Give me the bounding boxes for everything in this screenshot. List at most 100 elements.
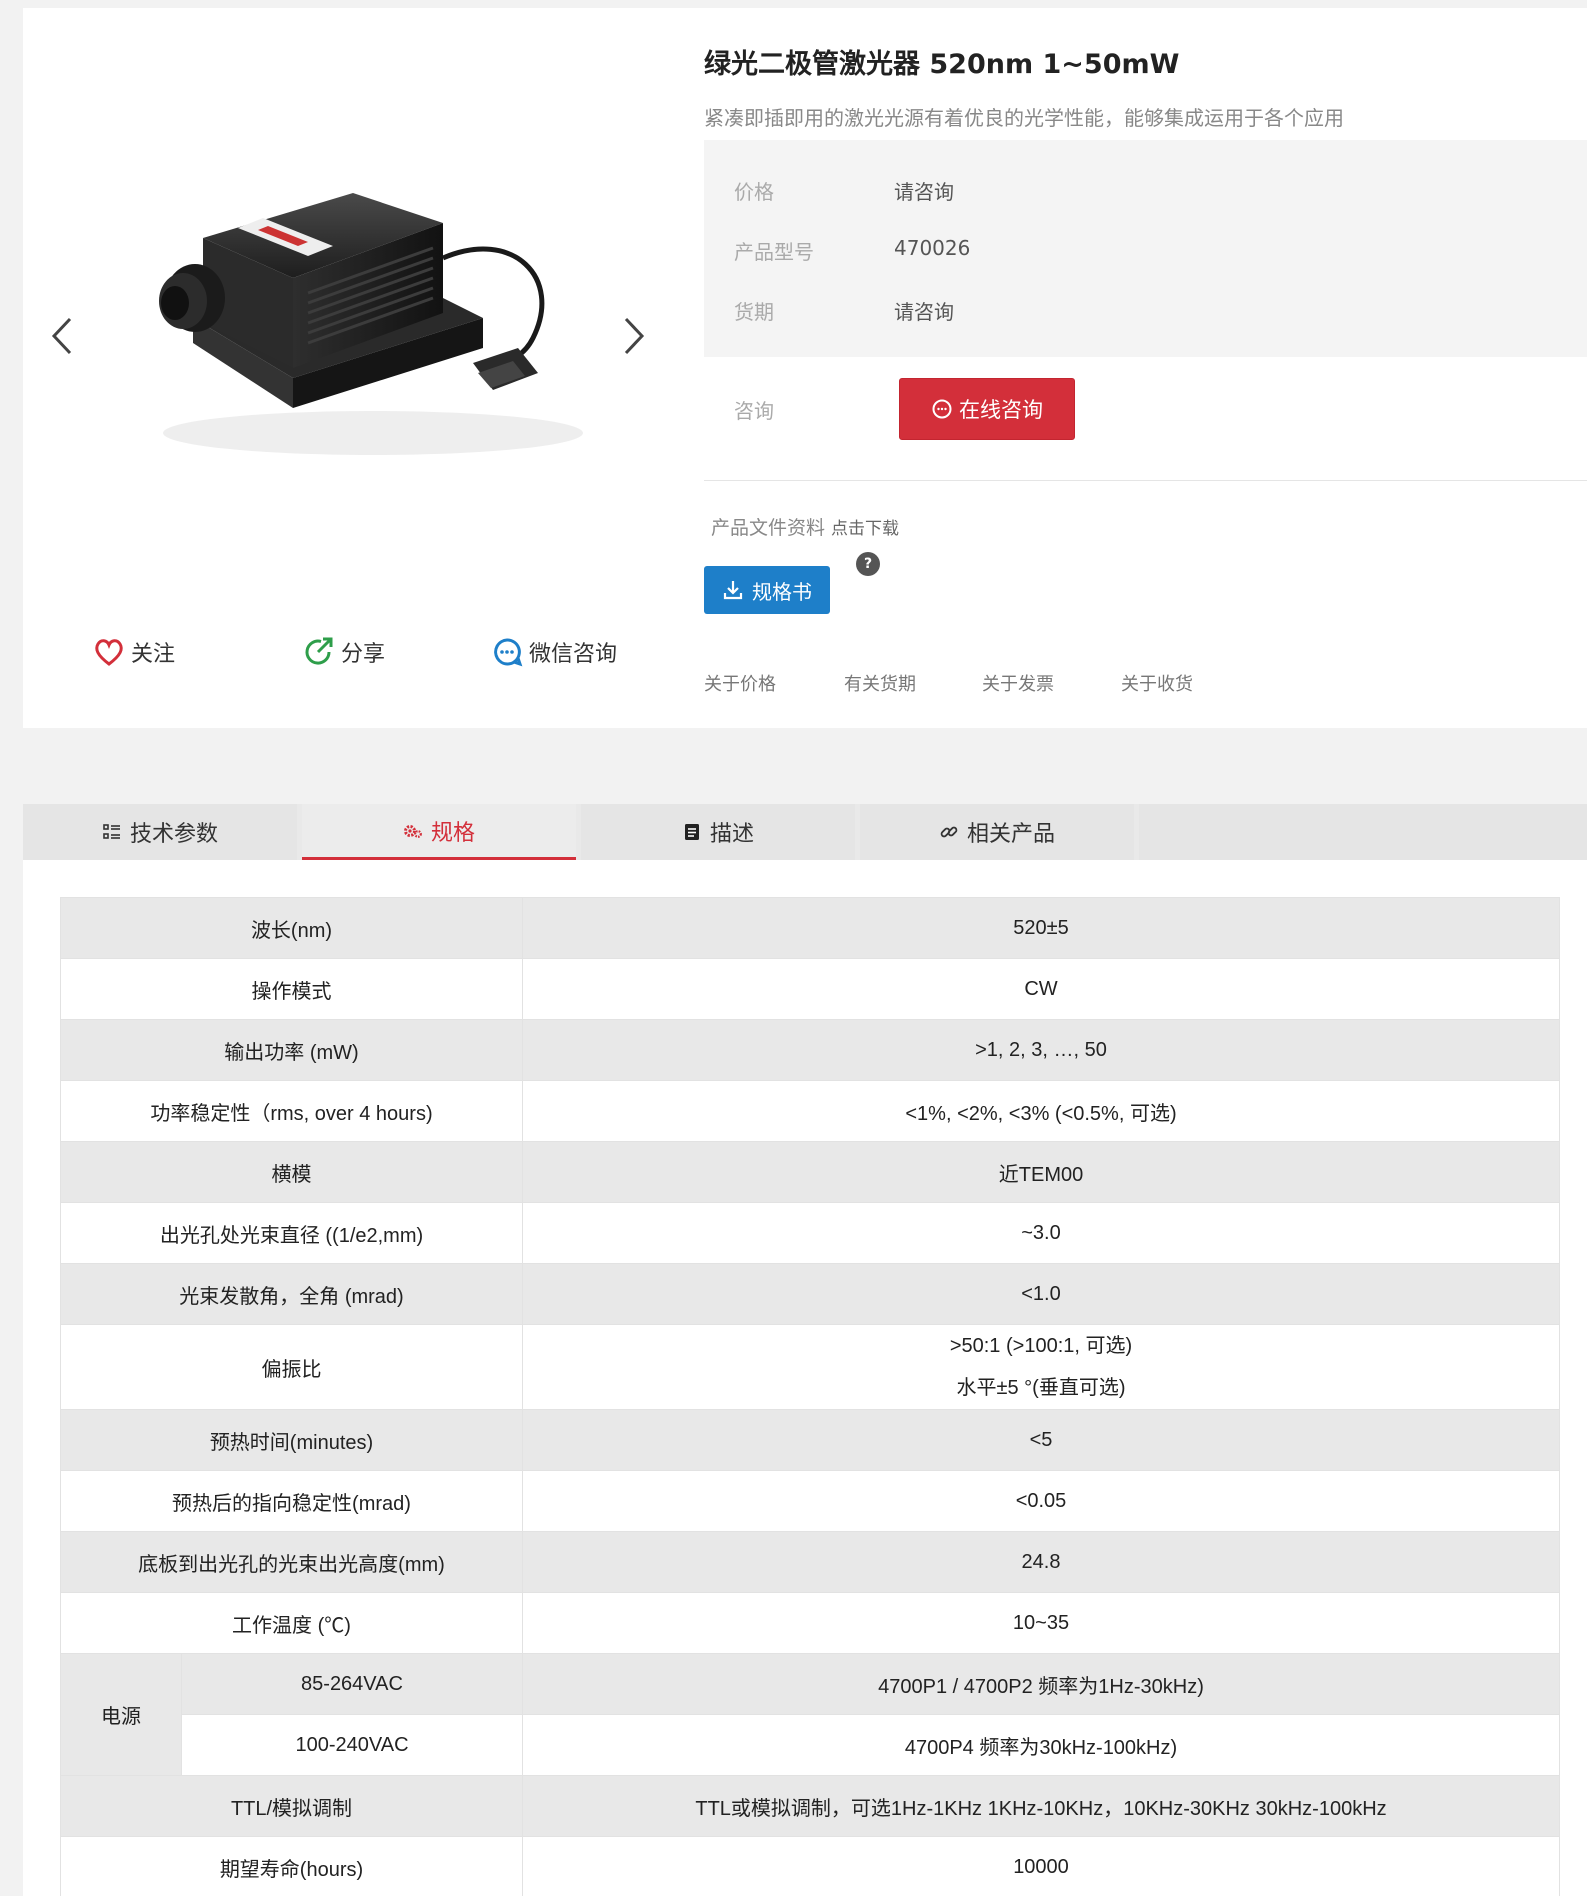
faq-price[interactable]: 关于价格 (704, 670, 776, 696)
table-row: 期望寿命(hours) 10000 (60, 1836, 1560, 1896)
spec-value: TTL或模拟调制，可选1Hz-1KHz 1KHz-10KHz，10KHz-30K… (522, 1775, 1560, 1837)
download-link[interactable]: 点击下载 (831, 519, 899, 539)
table-row: 预热后的指向稳定性(mrad) <0.05 (60, 1470, 1560, 1532)
product-files: 产品文件资料 点击下载 (711, 513, 899, 540)
price-value: 请咨询 (894, 180, 954, 204)
spec-value-line: 水平±5 °(垂直可选) (956, 1377, 1126, 1399)
document-icon (684, 824, 699, 840)
spec-label: 工作温度 (℃) (60, 1592, 523, 1654)
next-image-arrow[interactable] (618, 313, 648, 359)
spec-label: 预热时间(minutes) (60, 1409, 523, 1471)
chat-icon (932, 399, 952, 419)
table-row: 光束发散角，全角 (mrad) <1.0 (60, 1263, 1560, 1325)
tab-tech-params-label: 技术参数 (129, 822, 218, 847)
table-row: 预热时间(minutes) <5 (60, 1409, 1560, 1471)
spec-sheet-button[interactable]: 规格书 (704, 566, 830, 614)
model-value: 470026 (894, 236, 971, 260)
spec-value: 24.8 (522, 1531, 1560, 1593)
heart-icon (95, 639, 123, 666)
spec-value: ~3.0 (522, 1202, 1560, 1264)
power-group-label: 电源 (60, 1653, 182, 1776)
spec-label: 偏振比 (60, 1324, 523, 1410)
table-row: 100-240VAC 4700P4 频率为30kHz-100kHz) (61, 1714, 1560, 1776)
model-row: 产品型号 470026 (734, 236, 970, 265)
consult-label: 咨询 (734, 398, 774, 423)
table-row: 出光孔处光束直径 ((1/e2,mm) ~3.0 (60, 1202, 1560, 1264)
spec-label: 光束发散角，全角 (mrad) (60, 1263, 523, 1325)
wechat-consult-button[interactable]: 微信咨询 (491, 636, 617, 668)
spec-sheet-label: 规格书 (752, 579, 812, 604)
spec-value: <0.05 (522, 1470, 1560, 1532)
spec-value-line: >50:1 (>100:1, 可选) (949, 1335, 1133, 1357)
product-gallery: 关注 分享 微信咨询 (23, 8, 665, 728)
online-consult-button[interactable]: 在线咨询 (899, 378, 1075, 440)
tab-description[interactable]: 描述 (581, 804, 855, 860)
product-title: 绿光二极管激光器 520nm 1~50mW (704, 49, 1180, 80)
lead-time-value: 请咨询 (894, 300, 954, 324)
table-row: 底板到出光孔的光束出光高度(mm) 24.8 (60, 1531, 1560, 1593)
spec-value: 10000 (522, 1836, 1560, 1896)
tab-content: 波长(nm) 520±5 操作模式 CW 输出功率 (mW) >1, 2, 3,… (23, 860, 1587, 1896)
product-info: 绿光二极管激光器 520nm 1~50mW 紧凑即插即用的激光光源有着优良的光学… (704, 8, 1587, 728)
spec-value: <1.0 (522, 1263, 1560, 1325)
follow-label: 关注 (131, 642, 176, 667)
follow-button[interactable]: 关注 (93, 636, 175, 668)
tab-tech-params[interactable]: 技术参数 (23, 804, 297, 860)
faq-invoice[interactable]: 关于发票 (982, 670, 1054, 696)
spec-value: 520±5 (522, 897, 1560, 959)
product-subtitle: 紧凑即插即用的激光光源有着优良的光学性能，能够集成运用于各个应用 (704, 106, 1344, 130)
spec-value: CW (522, 958, 1560, 1020)
attribute-box: 价格 请咨询 产品型号 470026 货期 请咨询 (704, 140, 1587, 357)
wechat-consult-label: 微信咨询 (529, 642, 618, 667)
table-row: 功率稳定性（rms, over 4 hours) <1%, <2%, <3% (… (60, 1080, 1560, 1142)
faq-lead-time[interactable]: 有关货期 (844, 670, 916, 696)
spec-label: 预热后的指向稳定性(mrad) (60, 1470, 523, 1532)
price-label: 价格 (734, 180, 774, 204)
spec-value: >1, 2, 3, …, 50 (522, 1019, 1560, 1081)
table-row: 操作模式 CW (60, 958, 1560, 1020)
spec-label: TTL/模拟调制 (60, 1775, 523, 1837)
spec-label: 底板到出光孔的光束出光高度(mm) (60, 1531, 523, 1593)
product-image (133, 168, 583, 488)
prev-image-arrow[interactable] (48, 313, 78, 359)
files-label: 产品文件资料 (711, 517, 826, 539)
spec-value: <1%, <2%, <3% (<0.5%, 可选) (522, 1080, 1560, 1142)
gears-icon (403, 824, 422, 838)
list-icon (103, 824, 120, 839)
tab-bar: 技术参数 规格 描述 相关产品 (23, 804, 1587, 860)
online-consult-label: 在线咨询 (959, 398, 1043, 422)
table-row: 工作温度 (℃) 10~35 (60, 1592, 1560, 1654)
link-icon (940, 826, 958, 838)
chat-bubble-icon (494, 638, 523, 667)
consult-row: 咨询 在线咨询 (734, 378, 1075, 440)
tab-bar-filler (1139, 804, 1587, 860)
spec-value-multiline: >50:1 (>100:1, 可选) 水平±5 °(垂直可选) (522, 1324, 1560, 1410)
model-label: 产品型号 (734, 240, 814, 264)
spec-value: 10~35 (522, 1592, 1560, 1654)
tab-specs[interactable]: 规格 (302, 804, 576, 860)
spec-label: 操作模式 (60, 958, 523, 1020)
lead-time-row: 货期 请咨询 (734, 296, 954, 325)
power-sub-label: 85-264VAC (181, 1653, 523, 1715)
help-badge[interactable]: ? (856, 552, 880, 576)
share-label: 分享 (341, 642, 386, 667)
faq-receipt[interactable]: 关于收货 (1121, 670, 1193, 696)
table-row: 输出功率 (mW) >1, 2, 3, …, 50 (60, 1019, 1560, 1081)
tab-description-label: 描述 (709, 822, 754, 847)
tab-related-products[interactable]: 相关产品 (860, 804, 1134, 860)
lead-time-label: 货期 (734, 300, 774, 324)
product-actions: 关注 分享 微信咨询 (23, 636, 665, 686)
table-row: 偏振比 >50:1 (>100:1, 可选) 水平±5 °(垂直可选) (60, 1324, 1560, 1410)
spec-value: 4700P4 频率为30kHz-100kHz) (522, 1714, 1560, 1776)
product-card: 关注 分享 微信咨询 绿光二极管激光器 520nm 1~50mW 紧凑即插即用的… (23, 8, 1587, 728)
table-row: 电源 85-264VAC 4700P1 / 4700P2 频率为1Hz-30kH… (60, 1653, 1560, 1776)
table-row: TTL/模拟调制 TTL或模拟调制，可选1Hz-1KHz 1KHz-10KHz，… (60, 1775, 1560, 1837)
spec-value: 近TEM00 (522, 1141, 1560, 1203)
spec-label: 波长(nm) (60, 897, 523, 959)
spec-table: 波长(nm) 520±5 操作模式 CW 输出功率 (mW) >1, 2, 3,… (60, 897, 1560, 1896)
share-button[interactable]: 分享 (303, 636, 385, 668)
tab-related-products-label: 相关产品 (966, 822, 1055, 847)
spec-label: 功率稳定性（rms, over 4 hours) (60, 1080, 523, 1142)
spec-label: 输出功率 (mW) (60, 1019, 523, 1081)
divider (704, 480, 1587, 481)
